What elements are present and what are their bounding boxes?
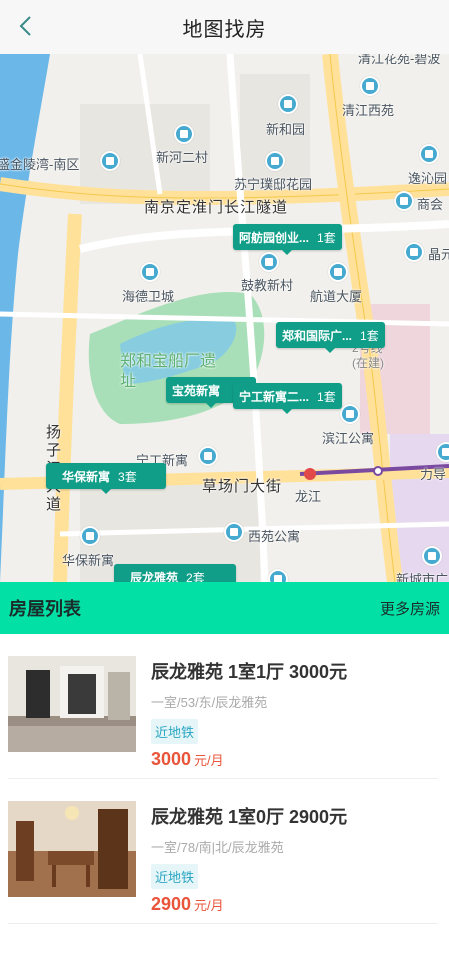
marker-name: 郑和国际广... bbox=[282, 328, 353, 343]
map-label: 金盛金陵湾-南区 bbox=[0, 157, 80, 172]
poi-icon bbox=[140, 262, 160, 282]
listing-title: 辰龙雅苑 1室1厅 3000元 bbox=[151, 662, 348, 682]
listing-price: 2900 元/月 bbox=[151, 894, 347, 915]
poi-icon bbox=[198, 446, 218, 466]
map-base-graphics bbox=[0, 54, 449, 582]
map-label: 清江西苑 bbox=[342, 103, 395, 118]
map-label: 新城市广 bbox=[396, 572, 449, 582]
marker-count: 1套 bbox=[360, 328, 379, 343]
price-value: 3000 bbox=[151, 749, 192, 769]
price-unit: 元/月 bbox=[194, 753, 224, 768]
poi-icon bbox=[419, 144, 439, 164]
price-value: 2900 bbox=[151, 894, 192, 914]
map-label: 航道大厦 bbox=[310, 289, 363, 304]
listing-details: 一室/53/东/辰龙雅苑 bbox=[151, 695, 268, 710]
road-label: 南京定淮门长江隧道 bbox=[144, 199, 289, 216]
poi-icon bbox=[80, 526, 100, 546]
listing-section-title: 房屋列表 bbox=[9, 599, 81, 619]
marker-name: 宁工新寓二... bbox=[239, 389, 310, 404]
map-label: 龙江 bbox=[295, 489, 322, 504]
marker-name: 阿舫园创业... bbox=[239, 230, 310, 245]
road-label: 草场门大街 bbox=[202, 478, 283, 495]
map-label: 力导 bbox=[420, 467, 447, 482]
map-marker[interactable]: 华保新寓 3套 bbox=[46, 463, 166, 494]
map-marker[interactable]: 郑和国际广... 1套 bbox=[276, 322, 385, 353]
listing-header-bar: 房屋列表 更多房源 bbox=[0, 582, 449, 634]
listing-photo bbox=[8, 801, 136, 897]
marker-count: 1套 bbox=[317, 389, 336, 404]
poi-icon bbox=[259, 252, 279, 272]
map-label: 华保新寓 bbox=[62, 553, 115, 568]
poi-icon bbox=[265, 151, 285, 171]
poi-icon bbox=[100, 151, 120, 171]
map-label: 鼓教新村 bbox=[241, 278, 294, 293]
poi-icon bbox=[224, 522, 244, 542]
listing-item[interactable]: 辰龙雅苑 1室0厅 2900元 一室/78/南|北/辰龙雅苑 近地铁 2900 元… bbox=[8, 779, 438, 924]
price-unit: 元/月 bbox=[194, 898, 224, 913]
poi-icon bbox=[340, 404, 360, 424]
map-label: 滨江公寓 bbox=[322, 431, 375, 446]
map-label: 新和园 bbox=[266, 122, 306, 137]
map-label: 海德卫城 bbox=[122, 289, 175, 304]
marker-count: 2套 bbox=[186, 570, 205, 583]
marker-name: 华保新寓 bbox=[62, 469, 111, 484]
map-view[interactable]: 清江花苑-碧波 清江西苑 新和园 新河二村 逸沁园 金盛金陵湾-南区 苏宁璞邸花… bbox=[0, 54, 449, 582]
poi-icon bbox=[328, 262, 348, 282]
map-marker[interactable]: 辰龙雅苑 2套 bbox=[114, 564, 236, 582]
page-title: 地图找房 bbox=[182, 18, 267, 41]
poi-icon bbox=[360, 76, 380, 96]
listing-photo bbox=[8, 656, 136, 752]
map-label: 晶元 bbox=[428, 247, 449, 262]
map-label: (在建) bbox=[352, 356, 384, 370]
nav-header: 地图找房 bbox=[0, 0, 449, 54]
poi-icon bbox=[268, 569, 288, 582]
back-button[interactable] bbox=[12, 12, 38, 40]
map-marker[interactable]: 宁工新寓二... 1套 bbox=[233, 383, 342, 414]
map-marker[interactable]: 阿舫园创业... 1套 bbox=[233, 224, 342, 255]
poi-icon bbox=[422, 546, 442, 566]
marker-count: 1套 bbox=[317, 230, 336, 245]
map-label: 逸沁园 bbox=[408, 171, 448, 186]
listing-price: 3000 元/月 bbox=[151, 749, 347, 770]
listing-details: 一室/78/南|北/辰龙雅苑 bbox=[151, 840, 284, 855]
listing-tag: 近地铁 bbox=[151, 864, 199, 889]
map-label: 西苑公寓 bbox=[248, 529, 301, 544]
poi-icon bbox=[404, 242, 424, 262]
map-label: 清江花苑-碧波 bbox=[358, 54, 441, 66]
listing-item[interactable]: 辰龙雅苑 1室1厅 3000元 一室/53/东/辰龙雅苑 近地铁 3000 元/月 bbox=[8, 634, 438, 779]
marker-name: 辰龙雅苑 bbox=[130, 570, 179, 583]
more-listings-link[interactable]: 更多房源 bbox=[380, 598, 440, 619]
poi-icon bbox=[394, 191, 414, 211]
listing-title: 辰龙雅苑 1室0厅 2900元 bbox=[151, 807, 348, 827]
marker-count: 3套 bbox=[118, 469, 137, 484]
marker-name: 宝苑新寓 bbox=[172, 383, 221, 398]
poi-icon bbox=[436, 442, 449, 462]
chevron-left-icon bbox=[19, 16, 31, 36]
map-label: 苏宁璞邸花园 bbox=[234, 177, 313, 192]
poi-icon bbox=[278, 94, 298, 114]
map-label: 商会 bbox=[417, 197, 444, 212]
map-label: 新河二村 bbox=[156, 150, 209, 165]
listing-tag: 近地铁 bbox=[151, 719, 199, 744]
poi-icon bbox=[174, 124, 194, 144]
